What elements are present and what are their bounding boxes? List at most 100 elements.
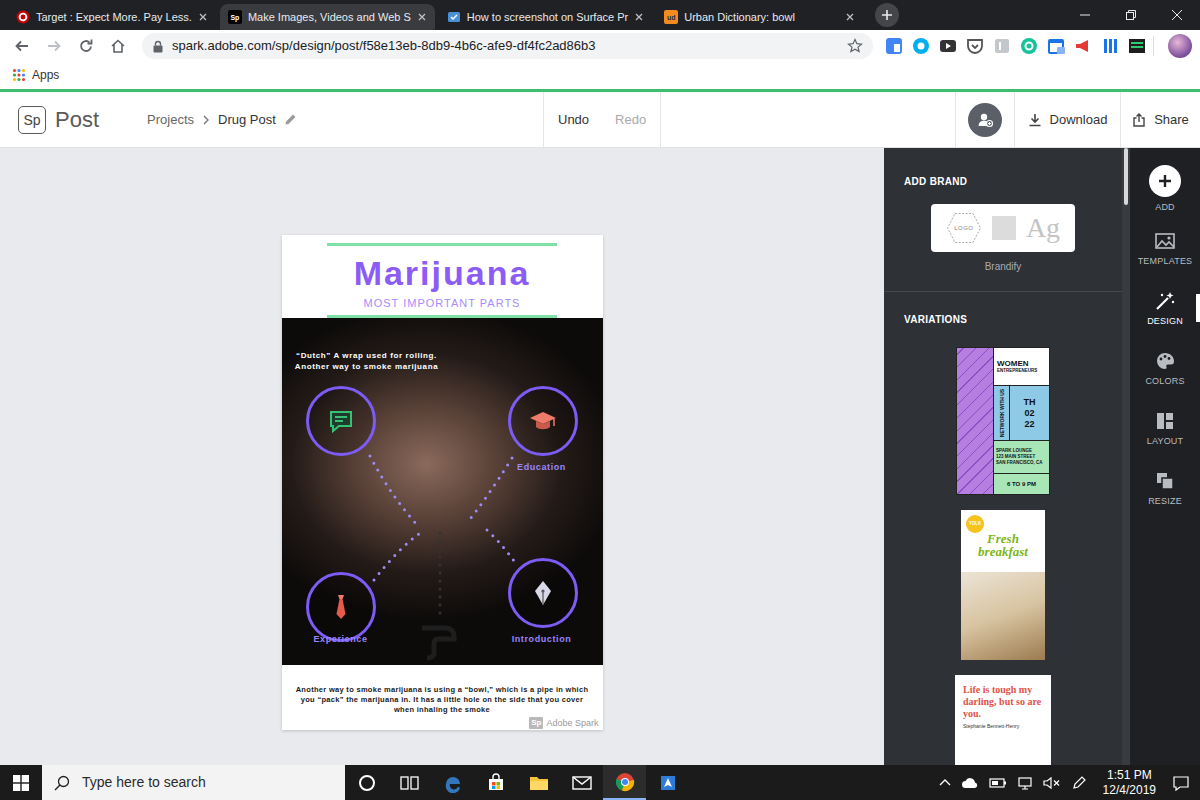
battery-icon[interactable] <box>989 777 1007 789</box>
store-button[interactable] <box>474 765 517 800</box>
reload-button[interactable] <box>72 32 100 60</box>
taskbar-search[interactable]: Type here to search <box>42 765 345 800</box>
video-icon[interactable] <box>937 35 959 57</box>
tab-close-icon[interactable] <box>417 12 427 22</box>
browser-tab[interactable]: SpMake Images, Videos and Web S <box>220 4 435 30</box>
projects-link[interactable]: Projects <box>147 110 194 130</box>
home-button[interactable] <box>104 32 132 60</box>
notification-icon[interactable] <box>1172 774 1190 792</box>
megaphone-icon[interactable] <box>1072 35 1094 57</box>
pencil-icon[interactable] <box>284 113 297 126</box>
panel-scrollbar[interactable] <box>1122 148 1130 765</box>
browser-tab[interactable]: Target : Expect More. Pay Less. <box>8 4 216 30</box>
edge-button[interactable] <box>431 765 474 800</box>
search-placeholder[interactable]: Type here to search <box>82 772 206 793</box>
poster-subtitle[interactable]: MOST IMPORTANT PARTS <box>364 297 521 310</box>
bookmark-extension-icon[interactable] <box>991 35 1013 57</box>
mail-envelope-icon <box>572 775 592 791</box>
brandify-card[interactable]: LOGO Ag <box>931 204 1075 252</box>
poster-photo[interactable]: “Dutch” A wrap used for rolling. Another… <box>282 318 603 665</box>
cloud-icon[interactable] <box>961 777 979 789</box>
toolbar-label[interactable]: COLORS <box>1145 376 1184 386</box>
forward-button[interactable] <box>40 32 68 60</box>
clock-time[interactable]: 1:51 PM <box>1103 768 1156 783</box>
start-button[interactable] <box>0 765 42 800</box>
action-label[interactable]: Share <box>1154 110 1189 130</box>
poster-title[interactable]: Marijuana <box>354 255 531 291</box>
tab-title[interactable]: Urban Dictionary: bowl <box>684 10 839 24</box>
variation-thumbnail[interactable]: Life is tough my darling, but so are you… <box>955 675 1051 765</box>
pocket-icon[interactable] <box>964 35 986 57</box>
image-icon <box>1154 231 1176 251</box>
project-name[interactable]: Drug Post <box>218 110 276 130</box>
browser-tab[interactable]: udUrban Dictionary: bowl <box>656 4 863 30</box>
toolbar-label[interactable]: LAYOUT <box>1147 436 1184 446</box>
tab-close-icon[interactable] <box>634 12 644 22</box>
clock-date[interactable]: 12/4/2019 <box>1103 783 1156 798</box>
cortana-button[interactable] <box>345 765 388 800</box>
mail-button[interactable] <box>560 765 603 800</box>
tab-title[interactable]: Target : Expect More. Pay Less. <box>36 10 192 24</box>
toolbar-item[interactable]: TEMPLATES <box>1130 218 1200 278</box>
node-label[interactable]: Education <box>492 462 592 473</box>
variation-thumbnail[interactable]: YOLKFresh breakfast <box>961 510 1045 660</box>
intro-text[interactable]: “Dutch” A wrap used for rolling. Another… <box>292 350 442 372</box>
action-label[interactable]: Download <box>1050 110 1108 130</box>
toolbar-label[interactable]: ADD <box>1155 202 1175 212</box>
brandify-label[interactable]: Brandify <box>904 261 1102 273</box>
grammarly-icon[interactable] <box>1018 35 1040 57</box>
snip-app-button[interactable] <box>646 765 689 800</box>
restore-button[interactable] <box>1108 0 1154 30</box>
address-bar[interactable]: spark.adobe.com/sp/design/post/f58e13eb-… <box>142 33 873 59</box>
muted-speaker-icon[interactable] <box>1043 776 1061 790</box>
calendar-icon[interactable] <box>1045 35 1067 57</box>
toolbar-label[interactable]: RESIZE <box>1148 496 1182 506</box>
event-venue: SPARK LOUNGE123 MAIN STREETSAN FRANCISCO… <box>994 441 1049 474</box>
toolbar-item[interactable]: DESIGN <box>1130 278 1200 338</box>
collaborator-button[interactable] <box>955 92 1014 147</box>
education-node[interactable] <box>508 386 578 456</box>
url-text[interactable]: spark.adobe.com/sp/design/post/f58e13eb-… <box>172 36 839 56</box>
toolbar-item[interactable]: LAYOUT <box>1130 398 1200 458</box>
tab-title[interactable]: How to screenshot on Surface Pr <box>467 10 628 24</box>
star-icon[interactable] <box>847 38 863 54</box>
file-explorer-button[interactable] <box>517 765 560 800</box>
tab-title[interactable]: Make Images, Videos and Web S <box>248 10 411 24</box>
skype-icon[interactable] <box>910 35 932 57</box>
note-icon[interactable] <box>1126 35 1148 57</box>
share-button[interactable]: Share <box>1120 92 1200 147</box>
scroll-thumb[interactable] <box>1124 148 1128 205</box>
toolbar-label[interactable]: TEMPLATES <box>1138 256 1193 266</box>
clock[interactable]: 1:51 PM 12/4/2019 <box>1097 768 1162 798</box>
undo-button[interactable]: Undo <box>558 110 589 130</box>
experience-node[interactable] <box>306 572 376 642</box>
spark-logo[interactable]: Sp <box>18 106 46 134</box>
chevron-up-icon[interactable] <box>939 778 951 788</box>
introduction-node[interactable] <box>508 558 578 628</box>
chrome-button[interactable] <box>603 765 646 800</box>
poster[interactable]: Marijuana MOST IMPORTANT PARTS <box>282 235 603 730</box>
node-label[interactable]: Experience <box>291 634 391 645</box>
close-button[interactable] <box>1154 0 1200 30</box>
node-label[interactable]: Introduction <box>492 634 592 645</box>
toolbar-item[interactable]: RESIZE <box>1130 458 1200 518</box>
chat-node[interactable] <box>306 386 376 456</box>
profile-avatar[interactable] <box>1168 34 1192 58</box>
toolbar-label[interactable]: DESIGN <box>1147 316 1183 326</box>
browser-tab[interactable]: How to screenshot on Surface Pr <box>439 4 652 30</box>
toolbar-item[interactable]: COLORS <box>1130 338 1200 398</box>
new-tab-button[interactable] <box>875 3 899 27</box>
apps-bookmark[interactable]: Apps <box>32 66 59 84</box>
back-button[interactable] <box>8 32 36 60</box>
toolbar-item[interactable]: ADD <box>1130 158 1200 218</box>
minimize-button[interactable] <box>1062 0 1108 30</box>
variation-thumbnail[interactable]: WOMENENTREPRENEURSNETWORK WITH USTH0222S… <box>956 347 1050 495</box>
translate-icon[interactable] <box>883 35 905 57</box>
network-icon[interactable] <box>1017 776 1033 790</box>
bars-icon[interactable] <box>1099 35 1121 57</box>
download-button[interactable]: Download <box>1014 92 1120 147</box>
pen-icon[interactable] <box>1071 775 1087 791</box>
tab-close-icon[interactable] <box>845 12 855 22</box>
task-view-button[interactable] <box>388 765 431 800</box>
tab-close-icon[interactable] <box>198 12 208 22</box>
